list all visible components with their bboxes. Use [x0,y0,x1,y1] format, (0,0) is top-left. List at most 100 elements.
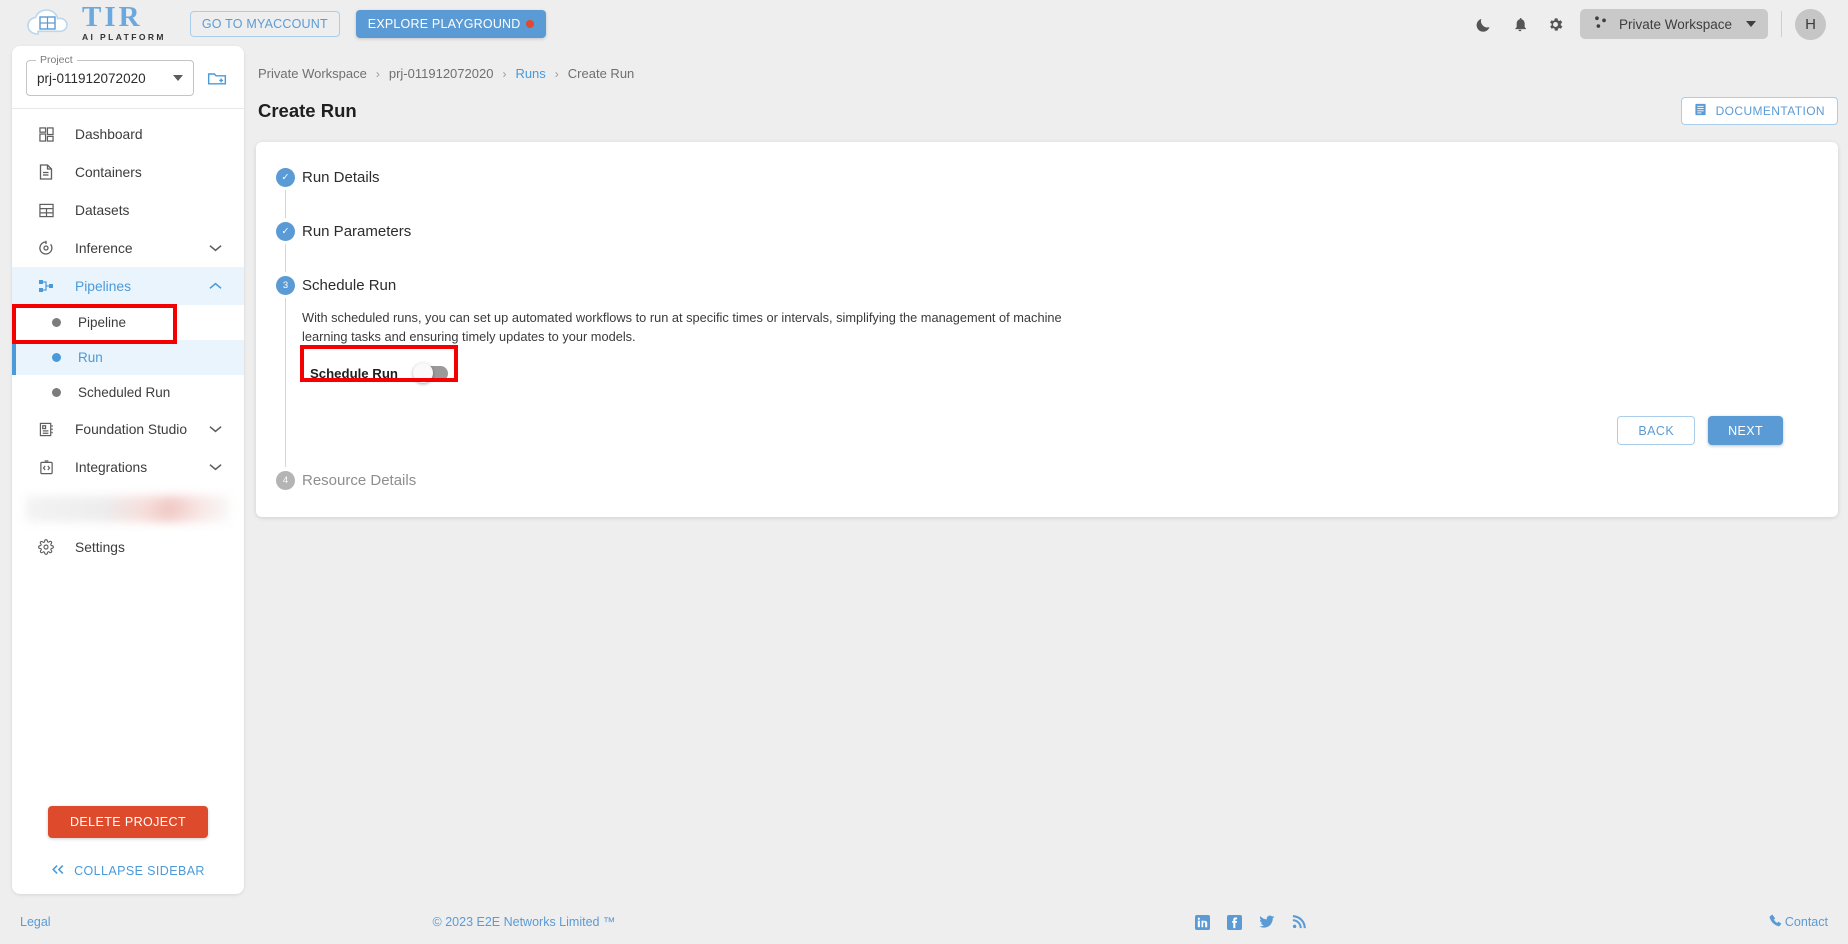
sidebar-item-label: Pipelines [75,278,131,294]
next-button[interactable]: NEXT [1708,416,1783,445]
document-icon [36,164,56,180]
page-header: Create Run DOCUMENTATION [256,97,1848,125]
sidebar-item-dashboard[interactable]: Dashboard [12,115,244,153]
go-to-myaccount-button[interactable]: GO TO MYACCOUNT [189,11,340,37]
wizard-step-title: Run Details [302,168,380,186]
schedule-run-panel: With scheduled runs, you can set up auto… [300,298,1838,445]
step-connector-line [285,298,286,467]
sidebar-subitem-pipeline[interactable]: Pipeline [12,305,244,340]
header-actions: Private Workspace H [1466,6,1826,42]
wizard-actions: BACK NEXT [302,416,1838,445]
sidebar-item-settings[interactable]: Settings [12,528,244,566]
legal-link[interactable]: Legal [20,915,51,929]
step-connector-line [285,244,286,272]
app-logo: TIR AI PLATFORM [24,1,166,43]
chevron-up-icon [209,282,222,290]
wizard-step-schedule-run: 3 Schedule Run With scheduled runs, you … [256,272,1838,467]
main-content: Private Workspace › prj-011912072020 › R… [256,48,1848,517]
workspace-label: Private Workspace [1618,16,1732,32]
gear-icon[interactable] [1538,6,1574,42]
workspace-nodes-icon [1592,15,1609,33]
breadcrumb-item-private-workspace[interactable]: Private Workspace [258,66,367,81]
breadcrumb-item-project[interactable]: prj-011912072020 [389,66,494,81]
sidebar-item-label: Foundation Studio [75,421,187,437]
new-project-folder-icon[interactable] [206,67,228,89]
sidebar-item-label: Inference [75,240,133,256]
sidebar-subitem-run[interactable]: Run [12,340,244,375]
collapse-sidebar-button[interactable]: COLLAPSE SIDEBAR [12,848,244,894]
sidebar-item-inference[interactable]: Inference [12,229,244,267]
sidebar-item-label: Containers [75,164,142,180]
moon-icon[interactable] [1466,6,1502,42]
wizard-step-run-details[interactable]: ✓ Run Details [256,164,1838,218]
delete-project-button[interactable]: DELETE PROJECT [48,806,208,838]
redacted-sidebar-item [26,496,230,522]
sidebar: Project prj-011912072020 Dashboard Conta… [12,46,244,894]
page-title: Create Run [258,100,357,121]
breadcrumb-item-runs[interactable]: Runs [515,66,545,81]
app-header: TIR AI PLATFORM GO TO MYACCOUNT EXPLORE … [0,0,1848,48]
sidebar-subitem-scheduled-run[interactable]: Scheduled Run [12,375,244,410]
cloud-logo-icon [24,7,80,41]
step-number-badge: 3 [276,275,295,295]
sidebar-item-foundation-studio[interactable]: Foundation Studio [12,410,244,448]
collapse-sidebar-label: COLLAPSE SIDEBAR [74,864,205,878]
avatar[interactable]: H [1795,8,1826,40]
explore-playground-button[interactable]: EXPLORE PLAYGROUND [355,10,546,38]
sidebar-item-label: Dashboard [75,126,143,142]
bullet-dot-icon [52,318,61,327]
sidebar-item-containers[interactable]: Containers [12,153,244,191]
schedule-run-toggle-row: Schedule Run [302,359,464,388]
explore-playground-label: EXPLORE PLAYGROUND [367,17,521,31]
sidebar-item-datasets[interactable]: Datasets [12,191,244,229]
documentation-label: DOCUMENTATION [1715,104,1825,118]
chevron-down-icon [209,425,222,433]
wizard-step-run-parameters[interactable]: ✓ Run Parameters [256,218,1838,272]
rss-icon[interactable] [1292,915,1306,929]
chevron-down-icon [209,244,222,252]
sidebar-item-label: Settings [75,539,125,555]
inference-target-icon [36,240,56,256]
sidebar-item-pipelines[interactable]: Pipelines [12,267,244,305]
project-selector-row: Project prj-011912072020 [12,46,244,106]
sidebar-item-integrations[interactable]: Integrations [12,448,244,486]
sidebar-item-label: Integrations [75,459,148,475]
integrations-code-icon [36,459,56,475]
chevron-down-icon [173,75,183,81]
step-status-check-icon: ✓ [276,221,295,241]
breadcrumb-separator-icon: › [375,66,380,81]
twitter-icon[interactable] [1259,915,1275,929]
create-run-wizard-card: ✓ Run Details ✓ Run Parameters 3 Schedul… [256,142,1838,517]
double-chevron-left-icon [51,864,65,878]
step-number-badge: 4 [276,470,295,490]
project-select-label: Project [36,54,77,66]
facebook-icon[interactable] [1227,914,1242,930]
workspace-selector[interactable]: Private Workspace [1579,9,1768,39]
new-badge-dot-icon [525,20,534,28]
sidebar-bottom: DELETE PROJECT COLLAPSE SIDEBAR [12,806,244,894]
logo-subtitle: AI PLATFORM [82,32,166,42]
schedule-run-toggle-label: Schedule Run [310,366,398,381]
step-connector-line [285,190,286,218]
wizard-step-resource-details[interactable]: 4 Resource Details [256,467,1838,493]
logo-title: TIR [82,1,143,33]
schedule-run-toggle[interactable] [412,363,448,383]
bullet-dot-icon [52,388,61,397]
pipelines-nodes-icon [36,278,56,294]
wizard-step-title: Resource Details [302,471,417,489]
chevron-down-icon [1746,21,1756,27]
copyright-text: © 2023 E2E Networks Limited ™ [432,915,616,929]
app-footer: Legal © 2023 E2E Networks Limited ™ Cont… [0,900,1848,944]
bell-icon[interactable] [1502,6,1538,42]
sidebar-divider [12,108,244,109]
documentation-button[interactable]: DOCUMENTATION [1680,97,1838,125]
back-button[interactable]: BACK [1617,416,1696,445]
linkedin-icon[interactable] [1195,914,1210,930]
dashboard-grid-icon [36,126,56,142]
phone-icon [1769,914,1782,930]
project-select[interactable]: Project prj-011912072020 [26,54,194,96]
wizard-step-title: Schedule Run [302,276,397,294]
contact-link[interactable]: Contact [1769,914,1828,930]
breadcrumb-separator-icon: › [554,66,559,81]
social-links [1195,914,1306,930]
